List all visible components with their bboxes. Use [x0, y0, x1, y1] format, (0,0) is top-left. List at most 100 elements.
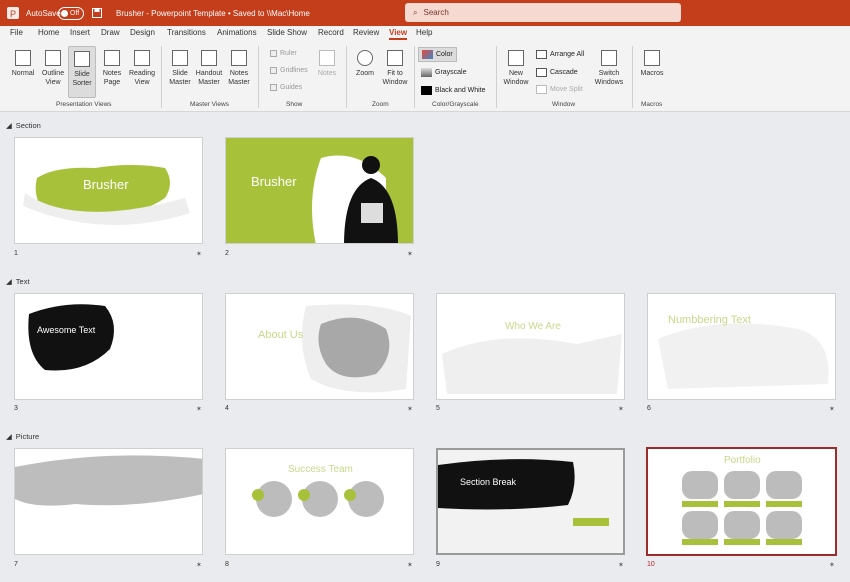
person-photo	[312, 155, 398, 243]
menu-draw[interactable]: Draw	[101, 28, 120, 37]
slide-master-icon	[172, 50, 188, 66]
slide-thumbnail[interactable]: Brusher	[14, 137, 203, 244]
normal-view-icon	[15, 50, 31, 66]
autosave-state: Off	[70, 9, 80, 17]
zoom-button[interactable]: Zoom	[352, 50, 378, 78]
arrange-all-icon	[536, 50, 547, 59]
brush-shape	[302, 304, 411, 393]
handout-master-icon	[201, 50, 217, 66]
menu-design[interactable]: Design	[130, 28, 155, 37]
transition-star-icon: ✶	[196, 562, 202, 569]
transition-star-icon: ✶	[829, 562, 835, 569]
new-window-icon	[508, 50, 524, 66]
handout-master-button[interactable]: Handout Master	[194, 50, 224, 87]
transition-star-icon: ✶	[829, 406, 835, 413]
slide-number: 5	[436, 405, 440, 412]
slide-thumbnail[interactable]: Who We Are	[436, 293, 625, 400]
svg-text:P: P	[10, 9, 16, 19]
slide-sorter-button[interactable]: Slide Sorter	[68, 46, 96, 98]
notes-master-button[interactable]: Notes Master	[226, 50, 252, 87]
transition-star-icon: ✶	[618, 562, 624, 569]
menu-file[interactable]: File	[10, 28, 23, 37]
menu-home[interactable]: Home	[38, 28, 59, 37]
slide-master-button[interactable]: Slide Master	[166, 50, 194, 87]
guides-checkbox[interactable]: Guides	[270, 84, 302, 91]
slide-title: Brusher	[83, 177, 129, 192]
reading-view-button[interactable]: Reading View	[126, 50, 158, 87]
transition-star-icon: ✶	[618, 406, 624, 413]
menu-slide-show[interactable]: Slide Show	[267, 28, 307, 37]
macros-icon	[644, 50, 660, 66]
transition-star-icon: ✶	[196, 406, 202, 413]
menu-review[interactable]: Review	[353, 28, 379, 37]
ribbon-view: Normal Outline View Slide Sorter Notes P…	[0, 42, 850, 112]
collapse-icon[interactable]: ◢	[6, 277, 12, 286]
menu-bar: File Home Insert Draw Design Transitions…	[0, 26, 850, 42]
menu-help[interactable]: Help	[416, 28, 432, 37]
notes-page-icon	[104, 50, 120, 66]
section-header[interactable]: ◢ Text	[6, 277, 30, 286]
slide-title: Success Team	[288, 464, 353, 475]
slide-thumbnail[interactable]: Awesome Text	[14, 293, 203, 400]
search-box[interactable]: ⌕ Search	[405, 3, 681, 22]
normal-view-button[interactable]: Normal	[8, 50, 38, 78]
collapse-icon[interactable]: ◢	[6, 121, 12, 130]
menu-animations[interactable]: Animations	[217, 28, 257, 37]
slide-title: About Us	[258, 329, 304, 341]
brush-shape	[28, 304, 114, 371]
slide-title: Awesome Text	[37, 325, 96, 335]
autosave-toggle[interactable]: Off	[58, 6, 84, 20]
section-header[interactable]: ◢ Section	[6, 121, 41, 130]
new-window-button[interactable]: New Window	[502, 50, 530, 87]
slide-thumbnail[interactable]: Section Break	[436, 448, 625, 555]
autosave-label: AutoSave	[26, 8, 61, 18]
slide-title: Section Break	[460, 477, 517, 487]
slide-thumbnail[interactable]: Portfolio	[646, 447, 837, 556]
slide-thumbnail[interactable]: About Us	[225, 293, 414, 400]
slide-thumbnail[interactable]: Brusher	[225, 137, 414, 244]
slide-thumbnail[interactable]	[14, 448, 203, 555]
transition-star-icon: ✶	[407, 251, 413, 258]
ruler-checkbox[interactable]: Ruler	[270, 50, 297, 57]
grayscale-button[interactable]: Grayscale	[421, 68, 467, 77]
slide-number: 1	[14, 250, 18, 257]
group-show: Show	[286, 101, 303, 108]
black-white-button[interactable]: Black and White	[421, 86, 486, 95]
outline-view-button[interactable]: Outline View	[38, 50, 68, 87]
section-header[interactable]: ◢ Picture	[6, 432, 39, 441]
menu-transitions[interactable]: Transitions	[167, 28, 206, 37]
move-split-button[interactable]: Move Split	[536, 85, 583, 94]
slide-thumbnail[interactable]: Numbbering Text	[647, 293, 836, 400]
save-icon[interactable]	[92, 0, 102, 26]
app-icon: P	[6, 0, 20, 26]
switch-windows-button[interactable]: Switch Windows	[592, 50, 626, 87]
gridlines-checkbox[interactable]: Gridlines	[270, 67, 308, 74]
zoom-icon	[357, 50, 373, 66]
collapse-icon[interactable]: ◢	[6, 432, 12, 441]
group-macros: Macros	[641, 101, 663, 108]
slide-title: Who We Are	[505, 321, 561, 332]
macros-button[interactable]: Macros	[638, 50, 666, 78]
notes-page-button[interactable]: Notes Page	[98, 50, 126, 87]
color-button[interactable]: Color	[418, 47, 457, 62]
slide-title: Portfolio	[724, 455, 761, 466]
notes-button[interactable]: Notes	[314, 50, 340, 78]
slide-thumbnail[interactable]: Success Team	[225, 448, 414, 555]
brush-shape	[658, 323, 829, 389]
transition-star-icon: ✶	[407, 562, 413, 569]
black-white-icon	[421, 86, 432, 95]
menu-view[interactable]: View	[389, 28, 408, 40]
search-icon: ⌕	[413, 7, 418, 17]
fit-to-window-button[interactable]: Fit to Window	[380, 50, 410, 87]
arrange-all-button[interactable]: Arrange All	[536, 50, 584, 59]
group-master-views: Master Views	[190, 101, 229, 108]
menu-record[interactable]: Record	[318, 28, 344, 37]
group-zoom: Zoom	[372, 101, 389, 108]
cascade-button[interactable]: Cascade	[536, 68, 578, 77]
slide-number: 9	[436, 561, 440, 568]
transition-star-icon: ✶	[407, 406, 413, 413]
slide-title: Brusher	[251, 174, 297, 189]
menu-insert[interactable]: Insert	[70, 28, 90, 37]
color-icon	[422, 50, 433, 59]
brush-shape	[438, 459, 609, 526]
